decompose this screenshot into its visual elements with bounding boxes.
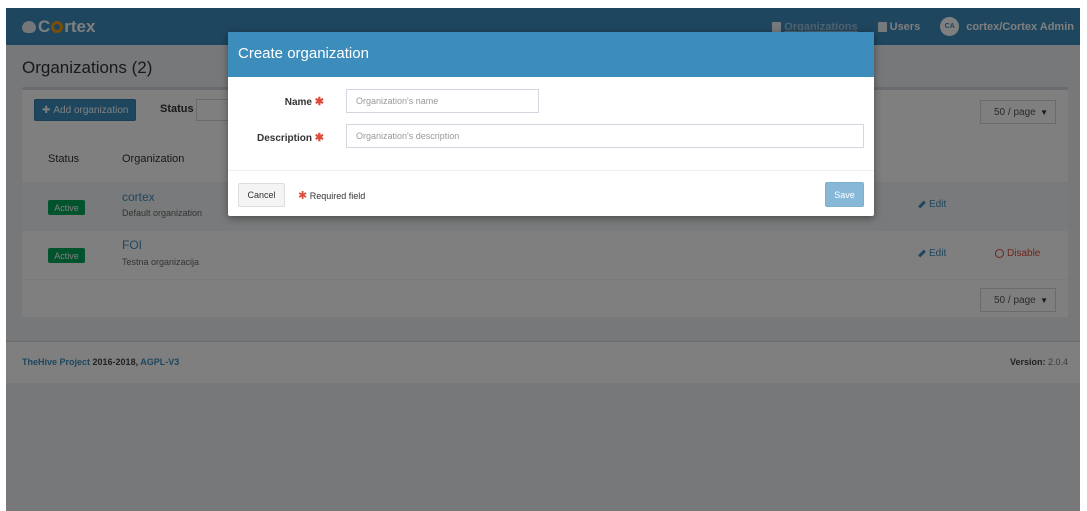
required-asterisk-icon: ✱ <box>314 132 324 144</box>
description-label-text: Description <box>256 133 312 144</box>
required-asterisk-icon: ✱ <box>314 96 324 108</box>
cortex-app: C rtex Organizations Users CA cortex/Cor… <box>6 8 1080 511</box>
required-field-text: Required field <box>309 191 366 201</box>
description-field-label: Description ✱ <box>228 131 324 144</box>
modal-header: Create organization <box>228 32 874 77</box>
required-field-note: ✱ Required field <box>298 189 365 202</box>
organization-description-input[interactable] <box>346 124 864 148</box>
save-button[interactable]: Save <box>825 182 864 207</box>
cancel-button[interactable]: Cancel <box>238 183 285 207</box>
organization-name-input[interactable] <box>346 89 539 113</box>
name-label-text: Name <box>284 97 312 108</box>
modal-title: Create organization <box>238 45 369 62</box>
required-asterisk-icon: ✱ <box>298 190 308 202</box>
name-field-label: Name ✱ <box>228 95 324 108</box>
create-organization-modal: Create organization Name ✱ Description ✱… <box>228 32 874 216</box>
modal-footer-divider <box>228 170 874 171</box>
